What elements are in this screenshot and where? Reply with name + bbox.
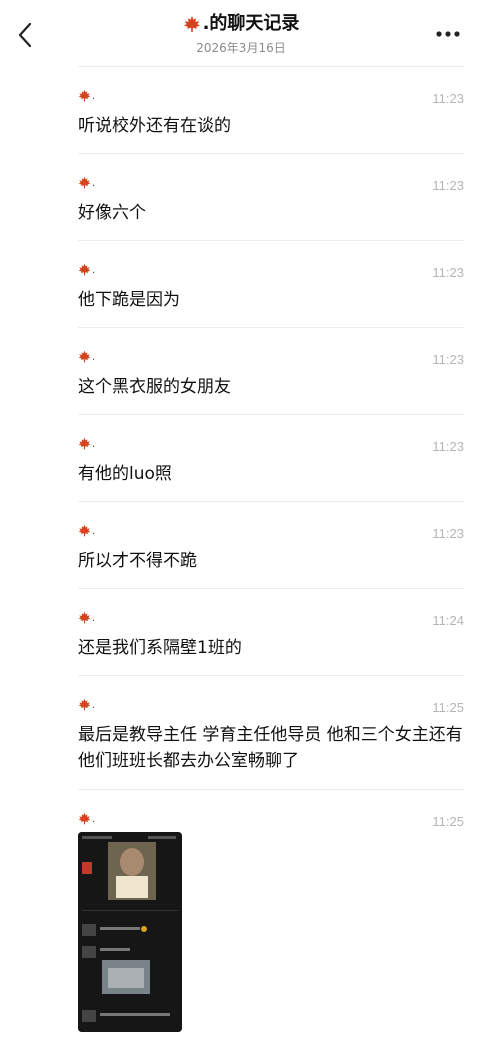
chat-history-header: .的聊天记录 2026年3月16日 <box>0 0 482 66</box>
sender-name: . <box>92 265 96 276</box>
message-time: 11:23 <box>432 265 464 280</box>
sender-name: . <box>92 439 96 450</box>
message-time: 11:23 <box>432 439 464 454</box>
message-item: . 11:23 听说校外还有在谈的 <box>78 66 464 153</box>
sender-name: . <box>92 91 96 102</box>
sender: . <box>78 698 95 711</box>
message-text: 这个黑衣服的女朋友 <box>78 377 231 397</box>
message-time: 11:23 <box>432 91 464 106</box>
message-time: 11:23 <box>432 352 464 367</box>
maple-leaf-icon <box>78 263 91 276</box>
sender-name: . <box>92 352 96 363</box>
message-text: 最后是教导主任 学育主任他导员 他和三个女主还有他们班班长都去办公室畅聊了 <box>78 725 463 771</box>
sender: . <box>78 89 95 102</box>
message-time: 11:25 <box>432 814 464 829</box>
message-item: . 11:24 还是我们系隔壁1班的 <box>78 588 464 675</box>
message-time: 11:23 <box>432 526 464 541</box>
message-item: . 11:23 他下跪是因为 <box>78 240 464 327</box>
sender: . <box>78 437 95 450</box>
message-time: 11:25 <box>432 700 464 715</box>
message-item: . 11:23 这个黑衣服的女朋友 <box>78 327 464 414</box>
maple-leaf-icon <box>78 350 91 363</box>
title-block: .的聊天记录 2026年3月16日 <box>0 12 482 55</box>
maple-leaf-icon <box>183 15 200 33</box>
message-item: . 11:23 所以才不得不跪 <box>78 501 464 588</box>
maple-leaf-icon <box>78 524 91 537</box>
maple-leaf-icon <box>78 437 91 450</box>
page-title: .的聊天记录 <box>183 12 300 36</box>
sender: . <box>78 176 95 189</box>
sender: . <box>78 611 95 624</box>
message-text: 所以才不得不跪 <box>78 551 197 571</box>
page-title-text: .的聊天记录 <box>202 13 300 34</box>
maple-leaf-icon <box>78 611 91 624</box>
message-item: . 11:25 <box>78 789 464 1049</box>
message-item: . 11:23 好像六个 <box>78 153 464 240</box>
message-time: 11:23 <box>432 178 464 193</box>
message-text: 好像六个 <box>78 203 146 223</box>
message-item: . 11:25 最后是教导主任 学育主任他导员 他和三个女主还有他们班班长都去办… <box>78 675 464 789</box>
sender-name: . <box>92 613 96 624</box>
sender-name: . <box>92 526 96 537</box>
chat-screenshot-thumbnail[interactable] <box>78 832 182 1032</box>
message-text: 听说校外还有在谈的 <box>78 116 231 136</box>
sender: . <box>78 524 95 537</box>
sender-name: . <box>92 814 96 825</box>
message-item: . 11:23 有他的luo照 <box>78 414 464 501</box>
message-text: 还是我们系隔壁1班的 <box>78 638 242 658</box>
sender-name: . <box>92 700 96 711</box>
more-button[interactable] <box>430 20 466 48</box>
message-text: 他下跪是因为 <box>78 290 180 310</box>
maple-leaf-icon <box>78 812 91 825</box>
sender-name: . <box>92 178 96 189</box>
maple-leaf-icon <box>78 698 91 711</box>
sender: . <box>78 350 95 363</box>
thumbnail-image <box>78 832 182 1032</box>
message-text: 有他的luo照 <box>78 464 172 484</box>
maple-leaf-icon <box>78 176 91 189</box>
message-time: 11:24 <box>432 613 464 628</box>
sender: . <box>78 263 95 276</box>
message-list[interactable]: . 11:23 听说校外还有在谈的 . 11:23 好像六个 . 11:23 他… <box>78 66 464 1049</box>
sender: . <box>78 812 95 825</box>
more-dots-icon <box>436 31 460 37</box>
maple-leaf-icon <box>78 89 91 102</box>
chat-date: 2026年3月16日 <box>196 41 286 55</box>
